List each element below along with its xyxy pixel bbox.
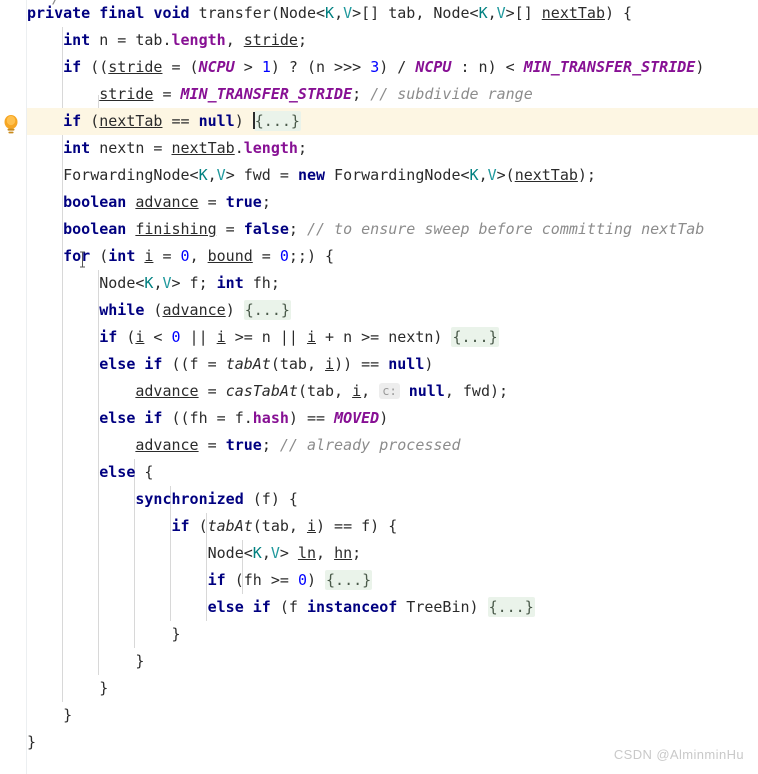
folded-code-region[interactable]: {...} [451, 327, 499, 347]
text-caret [252, 112, 255, 129]
folded-code-region[interactable]: {...} [487, 597, 535, 617]
code-line[interactable]: } [27, 702, 758, 729]
code-line[interactable]: int nextn = nextTab.length; [27, 135, 758, 162]
code-editor[interactable]: / private final void transfer(Node<K,V>[… [0, 0, 758, 774]
lightbulb-icon[interactable] [2, 114, 20, 136]
code-line[interactable]: private final void transfer(Node<K,V>[] … [27, 0, 758, 27]
code-line[interactable]: synchronized (f) { [27, 486, 758, 513]
code-line[interactable]: boolean finishing = false; // to ensure … [27, 216, 758, 243]
code-line[interactable]: else if ((fh = f.hash) == MOVED) [27, 405, 758, 432]
code-line[interactable]: } [27, 621, 758, 648]
code-line[interactable]: ForwardingNode<K,V> fwd = new Forwarding… [27, 162, 758, 189]
folded-code-region[interactable]: {...} [325, 570, 373, 590]
code-line[interactable]: if ((stride = (NCPU > 1) ? (n >>> 3) / N… [27, 54, 758, 81]
code-line[interactable]: boolean advance = true; [27, 189, 758, 216]
code-line[interactable]: for (int i = 0, bound = 0;;) { [27, 243, 758, 270]
parameter-name-hint: c: [379, 383, 400, 399]
code-line[interactable]: stride = MIN_TRANSFER_STRIDE; // subdivi… [27, 81, 758, 108]
code-line[interactable]: advance = casTabAt(tab, i, c: null, fwd)… [27, 378, 758, 405]
code-line[interactable]: else if ((f = tabAt(tab, i)) == null) [27, 351, 758, 378]
watermark: CSDN @AlminminHu [613, 747, 744, 762]
code-line[interactable]: if (fh >= 0) {...} [27, 567, 758, 594]
folded-code-region[interactable]: {...} [243, 300, 291, 320]
code-line[interactable]: } [27, 648, 758, 675]
code-line[interactable]: Node<K,V> f; int fh; [27, 270, 758, 297]
code-line[interactable]: else if (f instanceof TreeBin) {...} [27, 594, 758, 621]
code-line[interactable]: while (advance) {...} [27, 297, 758, 324]
code-line[interactable]: if (tabAt(tab, i) == f) { [27, 513, 758, 540]
mouse-ibeam-cursor [80, 251, 85, 268]
code-line[interactable]: if (i < 0 || i >= n || i + n >= nextn) {… [27, 324, 758, 351]
code-line[interactable]: int n = tab.length, stride; [27, 27, 758, 54]
code-line[interactable]: else { [27, 459, 758, 486]
editor-gutter[interactable] [0, 0, 27, 774]
code-line[interactable]: } [27, 675, 758, 702]
code-line[interactable]: advance = true; // already processed [27, 432, 758, 459]
folded-code-region[interactable]: {...} [253, 111, 301, 131]
code-line-highlighted[interactable]: if (nextTab == null) {...} [27, 108, 758, 135]
code-line[interactable]: Node<K,V> ln, hn; [27, 540, 758, 567]
code-content[interactable]: private final void transfer(Node<K,V>[] … [27, 0, 758, 774]
